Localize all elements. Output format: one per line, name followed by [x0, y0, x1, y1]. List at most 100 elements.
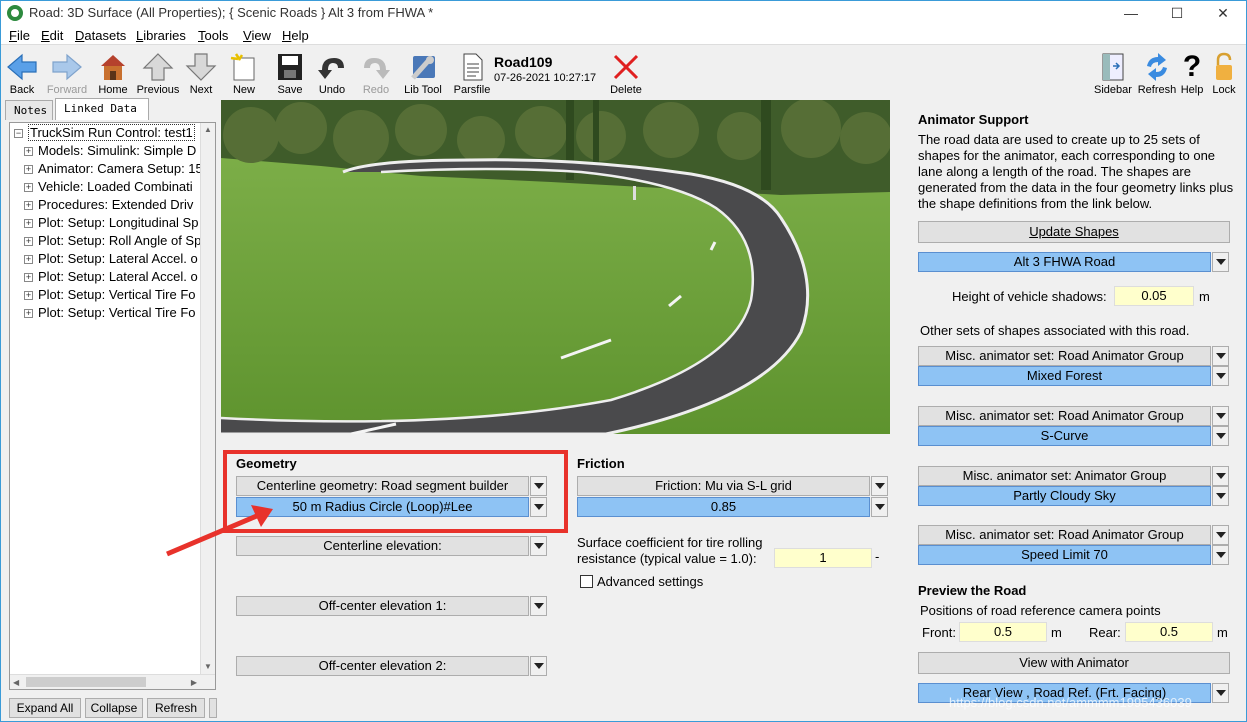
tree-item[interactable]: + Plot: Setup: Longitudinal Sp [24, 215, 198, 233]
expand-icon[interactable]: + [24, 219, 33, 228]
offcenter-elevation-2-link[interactable]: Off-center elevation 2: [236, 656, 529, 676]
misc-set-3-dropdown-icon[interactable] [1212, 486, 1229, 506]
tree-item[interactable]: + Plot: Setup: Lateral Accel. o [24, 269, 198, 287]
road-shape-dropdown-icon[interactable] [1212, 252, 1229, 272]
tree-item[interactable]: + Animator: Camera Setup: 15 [24, 161, 203, 179]
surface-coef-input[interactable]: 1 [774, 548, 872, 568]
expand-icon[interactable]: + [24, 237, 33, 246]
menu-file[interactable]: File [9, 28, 30, 43]
expand-icon[interactable]: + [24, 201, 33, 210]
centerline-elevation-link[interactable]: Centerline elevation: [236, 536, 529, 556]
misc-set-3-link-dropdown-icon[interactable] [1212, 466, 1229, 486]
camera-view-dropdown-icon[interactable] [1212, 683, 1229, 703]
scroll-down-icon[interactable]: ▼ [204, 662, 212, 671]
friction-value-selector[interactable]: 0.85 [577, 497, 870, 517]
expand-icon[interactable]: + [24, 183, 33, 192]
save-button[interactable]: Save [273, 48, 307, 96]
tree-vertical-scrollbar[interactable]: ▲ ▼ [200, 123, 215, 689]
scroll-up-icon[interactable]: ▲ [204, 125, 212, 134]
menu-libraries[interactable]: Libraries [136, 28, 186, 43]
expand-all-button[interactable]: Expand All [9, 698, 81, 718]
misc-set-1-dropdown-icon[interactable] [1212, 366, 1229, 386]
tab-linked-data[interactable]: Linked Data [55, 98, 149, 120]
misc-set-2-link-dropdown-icon[interactable] [1212, 406, 1229, 426]
help-button[interactable]: ? Help [1179, 48, 1205, 97]
parsfile-button[interactable]: Parsfile [452, 48, 492, 96]
update-shapes-button[interactable]: Update Shapes [918, 221, 1230, 243]
refresh-icon [1147, 53, 1167, 81]
scroll-thumb[interactable] [26, 677, 146, 687]
offcenter1-dropdown-icon[interactable] [530, 596, 547, 616]
tree-item[interactable]: + Models: Simulink: Simple D [24, 143, 196, 161]
scroll-right-icon[interactable]: ▶ [191, 678, 197, 687]
expand-icon[interactable]: + [24, 165, 33, 174]
minimize-button[interactable]: — [1108, 1, 1154, 25]
friction-value-dropdown-icon[interactable] [871, 497, 888, 517]
expand-icon[interactable]: + [24, 309, 33, 318]
misc-set-1-selector[interactable]: Mixed Forest [918, 366, 1211, 386]
lib-tool-button[interactable]: Lib Tool [401, 48, 445, 96]
more-button[interactable] [209, 698, 217, 718]
tab-notes[interactable]: Notes [5, 100, 53, 120]
misc-set-1-link[interactable]: Misc. animator set: Road Animator Group [918, 346, 1211, 366]
next-button[interactable]: Next [185, 48, 217, 96]
menu-tools[interactable]: Tools [198, 28, 228, 43]
menu-edit[interactable]: Edit [41, 28, 63, 43]
expand-icon[interactable]: + [24, 291, 33, 300]
new-button[interactable]: New [227, 48, 261, 96]
shadow-height-input[interactable]: 0.05 [1114, 286, 1194, 306]
tree-item[interactable]: + Procedures: Extended Driv [24, 197, 193, 215]
maximize-button[interactable]: ☐ [1154, 1, 1200, 25]
tree-item[interactable]: + Plot: Setup: Vertical Tire Fo [24, 305, 196, 323]
offcenter-elevation-1-link[interactable]: Off-center elevation 1: [236, 596, 529, 616]
misc-set-3-link[interactable]: Misc. animator set: Animator Group [918, 466, 1211, 486]
close-window-button[interactable]: ✕ [1200, 1, 1246, 25]
elevation-dropdown-icon[interactable] [530, 536, 547, 556]
delete-button[interactable]: Delete [607, 48, 645, 96]
front-input[interactable]: 0.5 [959, 622, 1047, 642]
expand-icon[interactable]: + [24, 147, 33, 156]
menu-help[interactable]: Help [282, 28, 309, 43]
refresh-tree-button[interactable]: Refresh [147, 698, 205, 718]
collapse-icon[interactable]: − [14, 129, 23, 138]
misc-set-2-selector[interactable]: S-Curve [918, 426, 1211, 446]
scroll-left-icon[interactable]: ◀ [13, 678, 19, 687]
friction-link[interactable]: Friction: Mu via S-L grid [577, 476, 870, 496]
road-shape-selector[interactable]: Alt 3 FHWA Road [918, 252, 1211, 272]
forward-button[interactable]: Forward [43, 48, 91, 96]
rear-input[interactable]: 0.5 [1125, 622, 1213, 642]
friction-link-dropdown-icon[interactable] [871, 476, 888, 496]
refresh-button[interactable]: Refresh [1137, 48, 1177, 96]
front-label: Front: [922, 625, 956, 640]
tree-item[interactable]: + Plot: Setup: Vertical Tire Fo [24, 287, 196, 305]
redo-button[interactable]: Redo [359, 48, 393, 96]
misc-set-4-link-dropdown-icon[interactable] [1212, 525, 1229, 545]
tree-item[interactable]: + Vehicle: Loaded Combinati [24, 179, 193, 197]
tree-item[interactable]: + Plot: Setup: Lateral Accel. o [24, 251, 198, 269]
misc-set-2-link[interactable]: Misc. animator set: Road Animator Group [918, 406, 1211, 426]
back-button[interactable]: Back [5, 48, 39, 96]
view-with-animator-button[interactable]: View with Animator [918, 652, 1230, 674]
misc-set-4-link[interactable]: Misc. animator set: Road Animator Group [918, 525, 1211, 545]
misc-set-4-dropdown-icon[interactable] [1212, 545, 1229, 565]
offcenter2-dropdown-icon[interactable] [530, 656, 547, 676]
expand-icon[interactable]: + [24, 273, 33, 282]
tree-horizontal-scrollbar[interactable]: ◀ ▶ [10, 674, 215, 689]
advanced-settings-checkbox[interactable] [580, 575, 593, 588]
misc-set-2-dropdown-icon[interactable] [1212, 426, 1229, 446]
collapse-button[interactable]: Collapse [85, 698, 143, 718]
misc-set-4-selector[interactable]: Speed Limit 70 [918, 545, 1211, 565]
lock-button[interactable]: Lock [1209, 48, 1239, 96]
tree-item[interactable]: + Plot: Setup: Roll Angle of Sp [24, 233, 201, 251]
arrow-up-icon [142, 53, 174, 81]
misc-set-1-link-dropdown-icon[interactable] [1212, 346, 1229, 366]
home-button[interactable]: Home [97, 48, 129, 96]
tree-root[interactable]: − TruckSim Run Control: test1 [14, 124, 195, 143]
misc-set-3-selector[interactable]: Partly Cloudy Sky [918, 486, 1211, 506]
menu-datasets[interactable]: Datasets [75, 28, 126, 43]
sidebar-button[interactable]: Sidebar [1093, 48, 1133, 96]
undo-button[interactable]: Undo [315, 48, 349, 96]
menu-view[interactable]: View [243, 28, 271, 43]
expand-icon[interactable]: + [24, 255, 33, 264]
previous-button[interactable]: Previous [135, 48, 181, 96]
